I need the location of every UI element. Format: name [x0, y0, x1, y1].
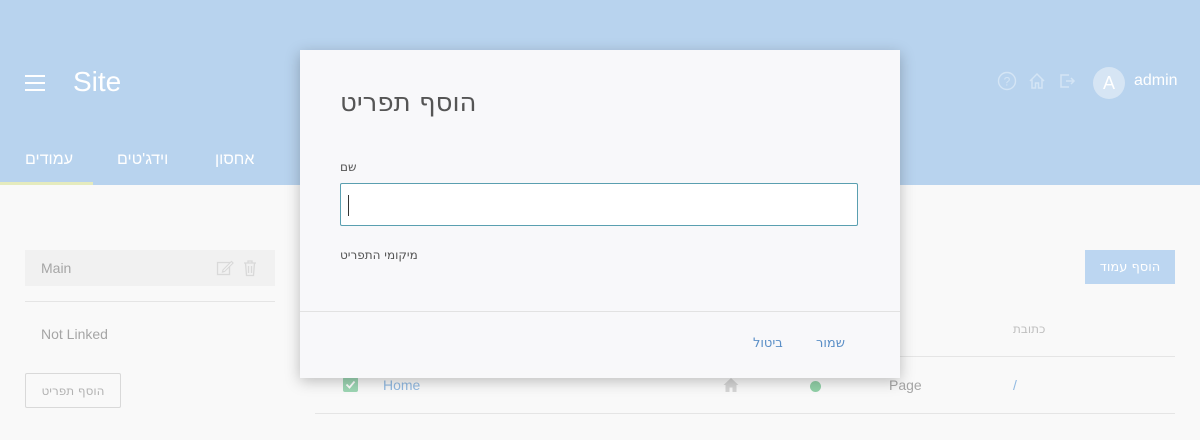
cancel-button[interactable]: ביטול: [753, 336, 783, 351]
name-field-label: שם: [340, 160, 357, 174]
dialog-footer: שמור ביטול: [300, 311, 900, 378]
save-button[interactable]: שמור: [816, 336, 845, 351]
name-input[interactable]: [340, 183, 858, 226]
menu-locations-label: מיקומי התפריט: [340, 248, 418, 262]
text-caret: [348, 195, 349, 216]
add-menu-dialog: הוסף תפריט שם מיקומי התפריט שמור ביטול: [300, 50, 900, 378]
dialog-title: הוסף תפריט: [340, 88, 477, 118]
